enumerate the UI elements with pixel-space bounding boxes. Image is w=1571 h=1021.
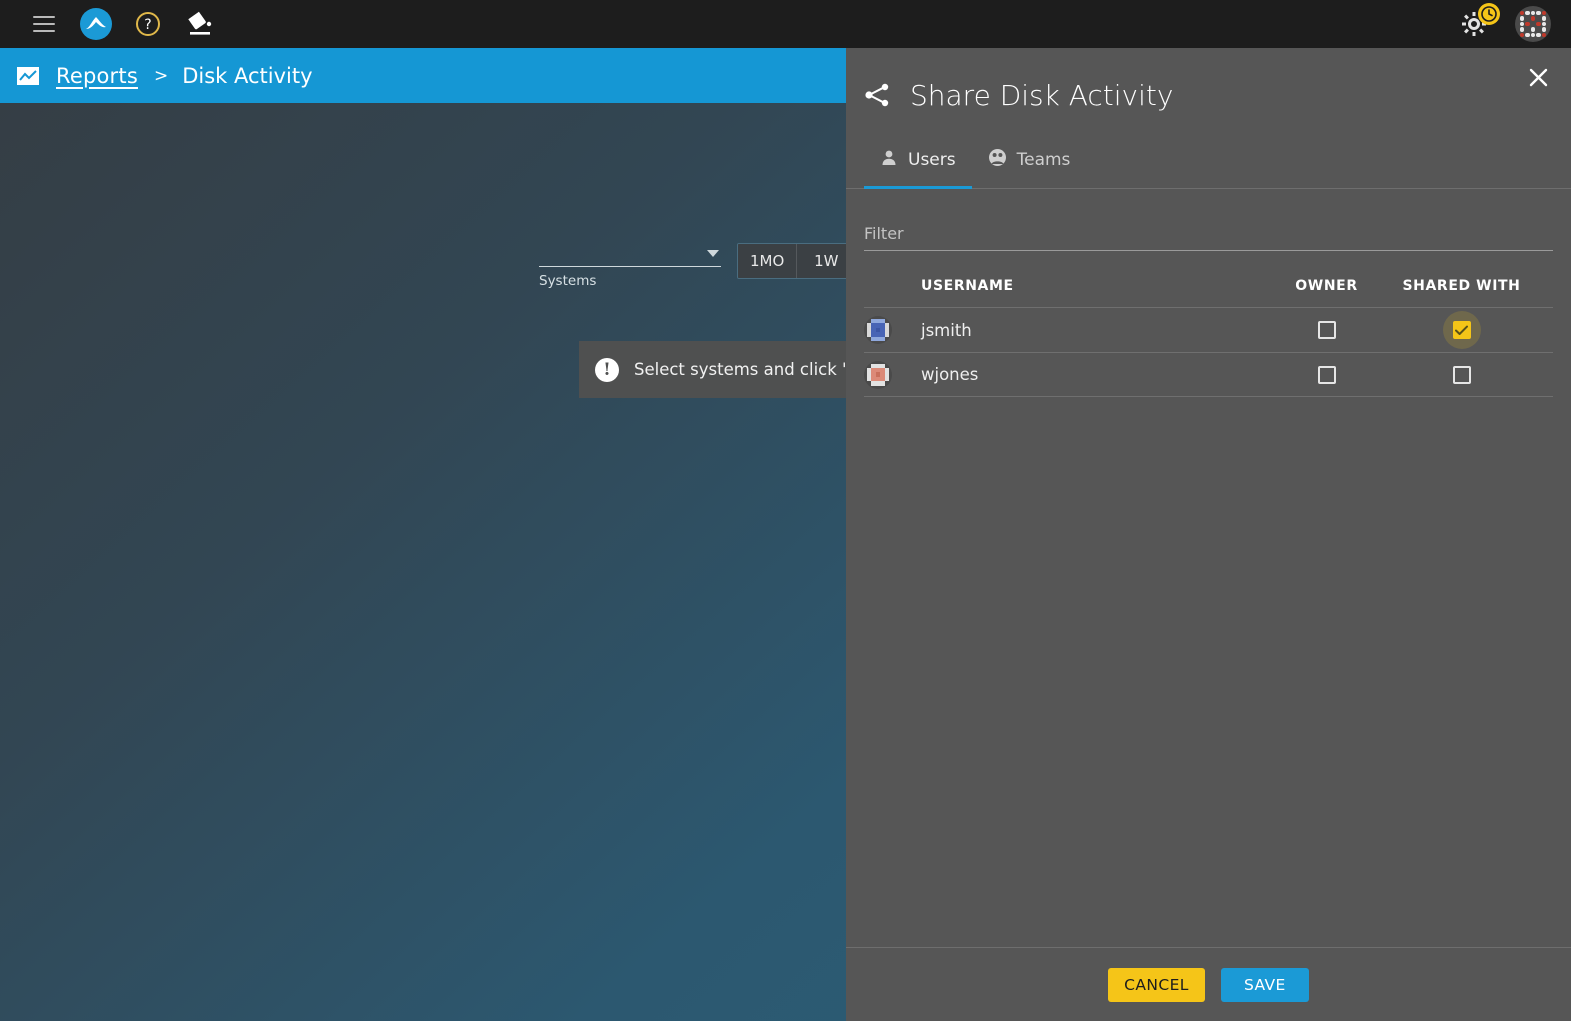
help-circle-icon[interactable]: ? (122, 0, 174, 48)
close-x-icon[interactable] (1523, 62, 1553, 92)
share-panel-footer: CANCEL SAVE (846, 947, 1571, 1021)
paint-bucket-icon[interactable] (174, 0, 226, 48)
share-panel-title: Share Disk Activity (910, 78, 1174, 112)
column-header-owner: OWNER (1295, 278, 1358, 294)
owner-checkbox-cell (1264, 355, 1389, 395)
systems-select[interactable]: Systems (539, 241, 721, 289)
column-header-shared-with: SHARED WITH (1402, 278, 1521, 294)
username-label: wjones (921, 365, 979, 384)
breadcrumb-current-page: Disk Activity (182, 63, 313, 88)
app-root: ? Reports > Disk Activity Systems 1MO 1W… (0, 0, 1571, 1021)
breadcrumb-separator: > (153, 65, 169, 86)
identicon-avatar (864, 360, 892, 389)
check-icon (1455, 325, 1468, 335)
owner-checkbox[interactable] (1317, 321, 1336, 339)
save-button[interactable]: SAVE (1220, 967, 1309, 1002)
owner-checkbox-cell (1264, 310, 1389, 350)
panel-spacer (846, 397, 1571, 947)
owner-checkbox[interactable] (1317, 365, 1336, 384)
filter-row (846, 189, 1571, 251)
group-circle-icon (988, 148, 1007, 172)
shared-with-checkbox-cell (1389, 355, 1534, 395)
gear-icon[interactable] (1461, 3, 1500, 41)
shared-with-checkbox[interactable] (1452, 321, 1471, 339)
column-header-username: USERNAME (921, 278, 1014, 294)
user-cell: wjones (864, 360, 1264, 389)
table-row: jsmith (864, 307, 1553, 352)
user-cell: jsmith (864, 316, 1264, 344)
time-range-group: 1MO 1W (737, 243, 857, 279)
breadcrumb-link-reports[interactable]: Reports (56, 64, 138, 88)
tab-users-label: Users (908, 150, 956, 170)
person-icon (880, 149, 898, 172)
top-toolbar: ? (0, 0, 1571, 48)
username-label: jsmith (921, 320, 972, 340)
share-panel: Share Disk Activity Users Teams Filter U… (846, 48, 1571, 1021)
svg-text:?: ? (144, 17, 151, 33)
share-users-table: USERNAME OWNER SHARED WITH jsmith wjones (846, 265, 1571, 397)
clock-badge-icon (1478, 3, 1500, 25)
shared-with-checkbox-cell (1389, 310, 1534, 350)
cancel-button[interactable]: CANCEL (1108, 967, 1205, 1002)
toolbar-right-group (1461, 3, 1571, 42)
tab-users[interactable]: Users (864, 142, 972, 189)
tab-teams[interactable]: Teams (972, 142, 1087, 188)
time-range-1mo[interactable]: 1MO (738, 244, 798, 278)
systems-select-label: Systems (539, 273, 597, 289)
table-row: wjones (864, 352, 1553, 397)
app-logo-icon[interactable] (70, 0, 122, 48)
shared-with-checkbox[interactable] (1452, 365, 1471, 384)
identicon-avatar (864, 316, 892, 344)
user-avatar-identicon[interactable] (1515, 6, 1551, 42)
share-panel-header: Share Disk Activity (846, 48, 1571, 142)
tab-teams-label: Teams (1016, 150, 1071, 170)
hamburger-menu-icon[interactable] (18, 0, 70, 48)
share-panel-tabs: Users Teams (846, 142, 1571, 189)
chevron-down-icon (707, 250, 719, 257)
report-chart-icon (16, 64, 42, 88)
exclamation-icon: ! (595, 357, 619, 382)
toolbar-left-group: ? (0, 0, 226, 48)
share-nodes-icon (862, 80, 892, 110)
table-header-row: USERNAME OWNER SHARED WITH (864, 265, 1553, 307)
filter-input[interactable] (864, 217, 1553, 251)
